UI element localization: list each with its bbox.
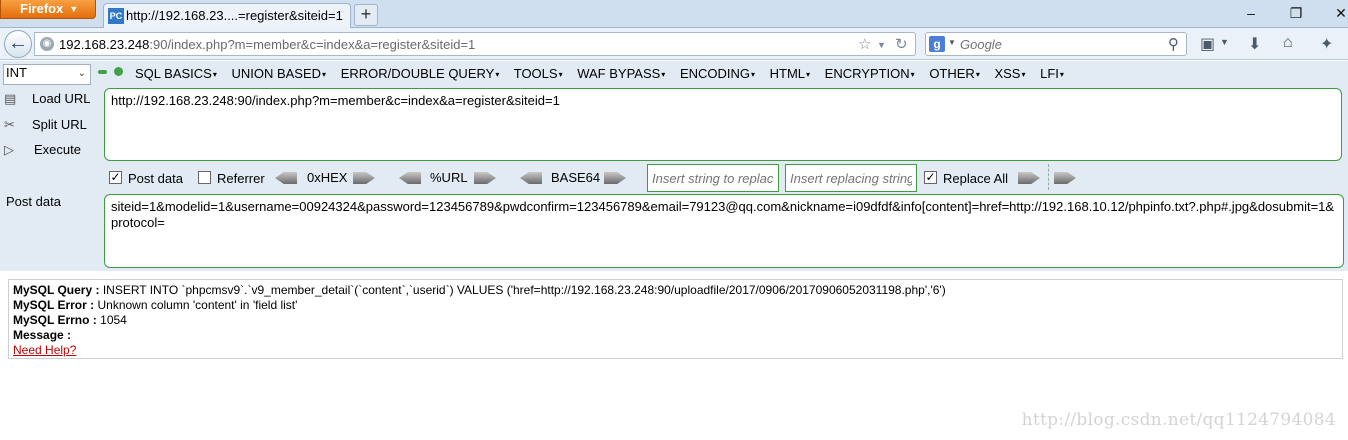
hex-decode-arrow-icon[interactable] — [275, 172, 297, 184]
menu-union-based[interactable]: UNION BASED▾ — [231, 66, 326, 81]
mysql-query-row: MySQL Query : INSERT INTO `phpcmsv9`.`v9… — [13, 283, 1338, 298]
google-icon[interactable]: g — [929, 36, 945, 52]
load-url-button[interactable]: ▤ Load URL — [4, 91, 91, 107]
chevron-down-icon: ▼ — [69, 4, 79, 14]
home-icon[interactable]: ⌂ — [1283, 34, 1293, 52]
type-select[interactable]: INT ⌄ — [3, 64, 91, 85]
menu-xss[interactable]: XSS▾ — [994, 66, 1025, 81]
bookmarks-icon[interactable]: ▣ — [1200, 34, 1215, 54]
firefox-menu-label: Firefox — [20, 1, 64, 16]
post-data-label: Post data — [128, 171, 183, 186]
message-label: Message : — [13, 328, 72, 342]
mysql-error-box: MySQL Query : INSERT INTO `phpcmsv9`.`v9… — [8, 279, 1343, 359]
type-select-value: INT — [6, 65, 27, 80]
mysql-errno-row: MySQL Errno : 1054 — [13, 313, 1338, 328]
hackbar-panel: INT ⌄ SQL BASICS▾ UNION BASED▾ ERROR/DOU… — [0, 61, 1348, 271]
url-encode-label: %URL — [430, 170, 468, 185]
firefox-menu-button[interactable]: Firefox ▼ — [0, 0, 96, 19]
url-encode-arrow-icon[interactable] — [474, 172, 496, 184]
minimize-icon[interactable]: – — [1238, 4, 1264, 22]
tab-favicon-icon: PC — [108, 8, 124, 24]
url-path: :90/index.php?m=member&c=index&a=registe… — [149, 37, 476, 52]
hex-label: 0xHEX — [307, 170, 348, 185]
menu-encoding[interactable]: ENCODING▾ — [680, 66, 755, 81]
mysql-errno-value: 1054 — [100, 313, 127, 327]
url-host: 192.168.23.248 — [59, 37, 150, 52]
menu-html[interactable]: HTML▾ — [770, 66, 810, 81]
restore-icon[interactable]: ❐ — [1283, 4, 1309, 22]
browser-tab[interactable]: PC http://192.168.23....=register&siteid… — [103, 3, 351, 28]
search-icon[interactable]: ⚲ — [1168, 35, 1179, 53]
arrow-left-icon: ← — [8, 32, 28, 54]
replace-search-input[interactable] — [647, 164, 779, 192]
menu-sql-basics[interactable]: SQL BASICS▾ — [135, 66, 217, 81]
referrer-label: Referrer — [217, 171, 265, 186]
hex-encode-arrow-icon[interactable] — [353, 172, 375, 184]
scissors-icon: ✂ — [4, 117, 15, 132]
globe-icon: ◉ — [40, 37, 54, 51]
base64-encode-arrow-icon[interactable] — [604, 172, 626, 184]
menu-waf-bypass[interactable]: WAF BYPASS▾ — [577, 66, 665, 81]
mysql-errno-label: MySQL Errno : — [13, 313, 97, 327]
extension-icon[interactable]: ✦ — [1320, 34, 1333, 54]
chevron-down-icon[interactable]: ▼ — [948, 38, 956, 47]
help-row: Need Help? — [13, 343, 1338, 358]
execute-button[interactable]: ▷ Execute — [4, 142, 81, 158]
reload-icon[interactable]: ↻ — [895, 35, 908, 53]
post-data-checkbox[interactable]: ✓ — [109, 171, 122, 184]
referrer-checkbox[interactable] — [198, 171, 211, 184]
chevron-down-icon: ⌄ — [77, 68, 86, 79]
load-icon: ▤ — [4, 91, 17, 106]
url-decode-arrow-icon[interactable] — [399, 172, 421, 184]
menu-lfi[interactable]: LFI▾ — [1040, 66, 1064, 81]
minus-icon[interactable] — [98, 70, 107, 74]
base64-decode-arrow-icon[interactable] — [520, 172, 542, 184]
menu-other[interactable]: OTHER▾ — [929, 66, 980, 81]
replace-all-checkbox[interactable]: ✓ — [924, 171, 937, 184]
post-data-textarea[interactable]: siteid=1&modelid=1&username=00924324&pas… — [104, 194, 1344, 268]
watermark: http://blog.csdn.net/qq1124794084 — [1021, 410, 1336, 430]
address-text[interactable]: 192.168.23.248:90/index.php?m=member&c=i… — [59, 37, 475, 52]
mysql-query-label: MySQL Query : — [13, 283, 100, 297]
search-input[interactable] — [960, 34, 1160, 54]
mysql-error-label: MySQL Error : — [13, 298, 95, 312]
options-row: ✓ Post data Referrer 0xHEX %URL BASE64 ✓… — [108, 164, 1348, 192]
close-icon[interactable]: ✕ — [1328, 4, 1348, 22]
replace-arrow-icon[interactable] — [1018, 172, 1040, 184]
message-row: Message : — [13, 328, 1338, 343]
mysql-error-row: MySQL Error : Unknown column 'content' i… — [13, 298, 1338, 313]
replace-next-arrow-icon[interactable] — [1054, 172, 1076, 184]
address-bar[interactable]: ◉ 192.168.23.248:90/index.php?m=member&c… — [34, 32, 916, 56]
url-textarea[interactable]: http://192.168.23.248:90/index.php?m=mem… — [104, 88, 1342, 161]
star-icon[interactable]: ☆ — [858, 35, 871, 53]
need-help-link[interactable]: Need Help? — [13, 343, 76, 357]
mysql-error-value: Unknown column 'content' in 'field list' — [97, 298, 298, 312]
menu-tools[interactable]: TOOLS▾ — [514, 66, 563, 81]
menu-encryption[interactable]: ENCRYPTION▾ — [825, 66, 915, 81]
chevron-down-icon[interactable]: ▼ — [877, 40, 886, 50]
mysql-query-value: INSERT INTO `phpcmsv9`.`v9_member_detail… — [102, 283, 946, 297]
plus-icon[interactable] — [114, 67, 123, 76]
play-icon: ▷ — [4, 142, 14, 157]
menu-error-double-query[interactable]: ERROR/DOUBLE QUERY▾ — [341, 66, 500, 81]
chevron-down-icon[interactable]: ▼ — [1220, 37, 1229, 47]
new-tab-button[interactable]: + — [354, 4, 378, 26]
search-bar[interactable]: g ▼ ⚲ — [925, 32, 1187, 56]
base64-label: BASE64 — [551, 170, 601, 185]
post-data-section-label: Post data — [6, 194, 61, 209]
replace-with-input[interactable] — [785, 164, 917, 192]
download-icon[interactable]: ⬇ — [1248, 34, 1261, 54]
tab-title: http://192.168.23....=register&siteid=1 — [126, 8, 343, 23]
replace-all-label: Replace All — [943, 171, 1009, 186]
split-url-button[interactable]: ✂ Split URL — [4, 117, 87, 133]
title-bar: Firefox ▼ PC http://192.168.23....=regist… — [0, 0, 1348, 28]
navigation-bar: ← ◉ 192.168.23.248:90/index.php?m=member… — [0, 28, 1348, 60]
back-button[interactable]: ← — [4, 30, 32, 58]
hackbar-menu: SQL BASICS▾ UNION BASED▾ ERROR/DOUBLE QU… — [135, 66, 1075, 81]
divider — [1048, 164, 1049, 190]
